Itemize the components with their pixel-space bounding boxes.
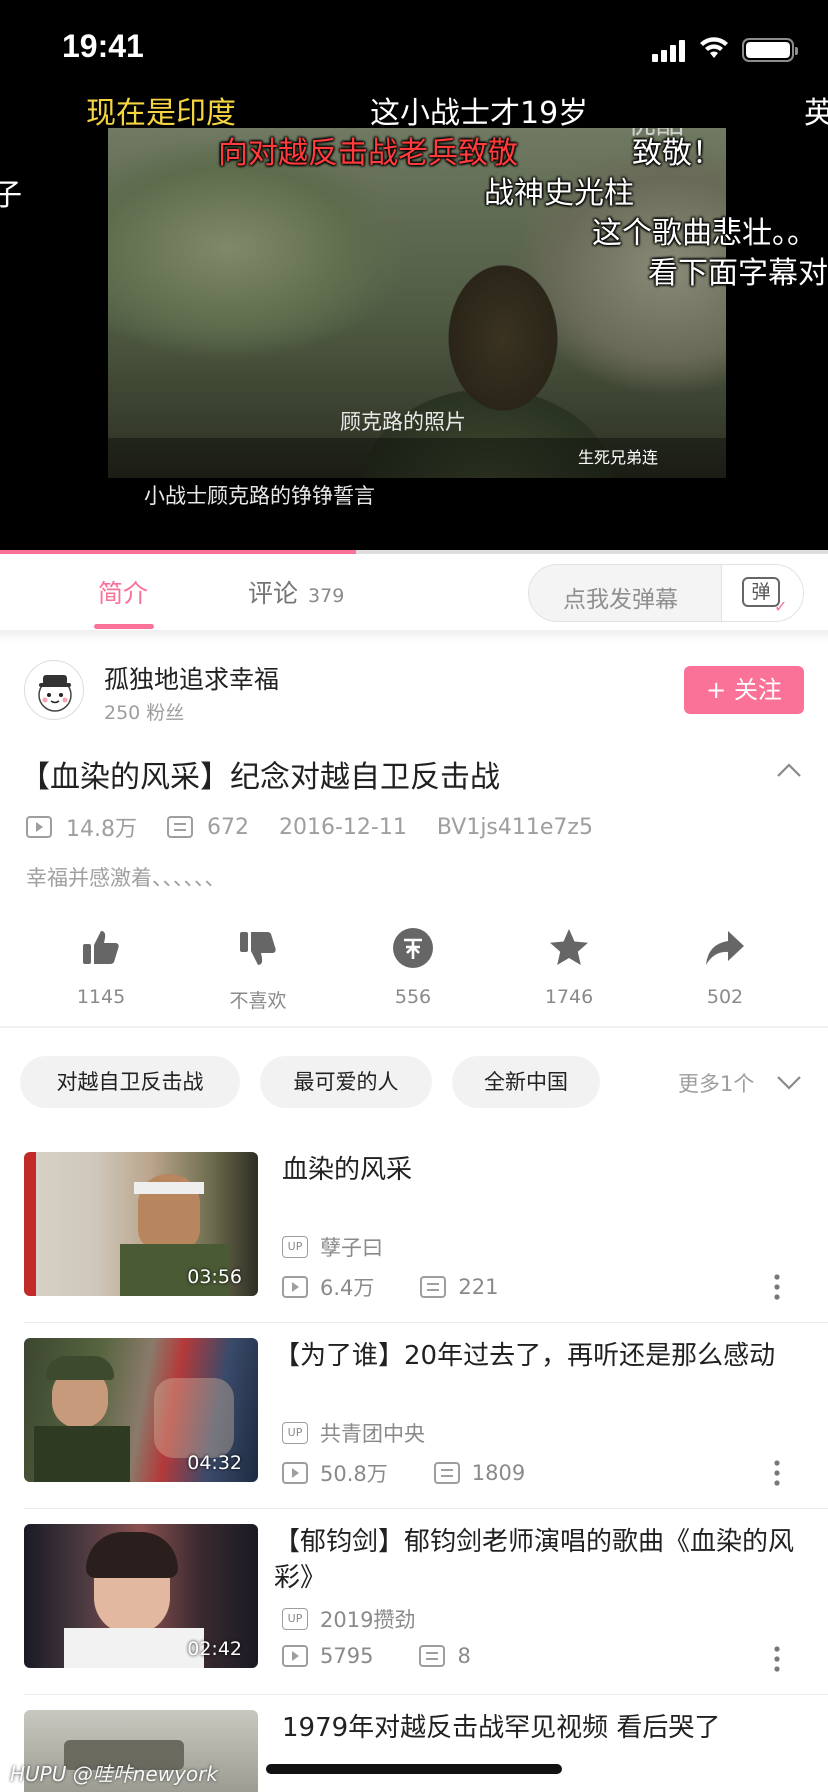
video-thumbnail[interactable]: 03:56 (24, 1152, 258, 1296)
share-button[interactable]: 502 (670, 924, 780, 1008)
tab-intro[interactable]: 简介 (98, 574, 148, 610)
related-video-title: 【郁钧剑】郁钧剑老师演唱的歌曲《血染的风彩》 (274, 1527, 795, 1593)
section-divider (0, 1026, 828, 1028)
favorite-button[interactable]: 1746 (514, 924, 624, 1008)
list-item[interactable]: 03:56 血染的风采 UP 孽子曰 6.4万 221 (0, 1152, 828, 1338)
tab-active-indicator (94, 624, 154, 629)
video-player[interactable]: 顾克路的照片 生死兄弟连 优酷 小战士顾克路的铮铮誓言 现在是印度 这小战士才1… (0, 0, 828, 552)
video-thumbnail[interactable]: 02:42 (24, 1524, 258, 1668)
danmaku-comment: 致敬！ (632, 136, 722, 171)
list-item[interactable]: 02:42 【郁钧剑】郁钧剑老师演唱的歌曲《血染的风彩》 UP 2019攒劲 57… (0, 1524, 828, 1710)
uploader-fans: 250 粉丝 (104, 702, 185, 724)
danmaku-count-icon (433, 1462, 460, 1484)
related-uploader: 孽子曰 (320, 1236, 383, 1260)
coin-icon (393, 928, 433, 968)
danmaku-count-icon (167, 816, 193, 838)
watermark: HUPU @哇咔newyork (10, 1762, 218, 1786)
bv-id: BV1js411e7z5 (436, 814, 593, 840)
list-item[interactable]: 04:32 【为了谁】20年过去了，再听还是那么感动 UP 共青团中央 50.8万… (0, 1338, 828, 1524)
related-view-count: 5795 (320, 1644, 374, 1668)
danmaku-comment: 看下面字幕对 (648, 256, 828, 291)
home-indicator[interactable] (266, 1764, 562, 1774)
video-duration: 02:42 (187, 1638, 242, 1660)
video-channel-label: 生死兄弟连 (578, 448, 659, 467)
wifi-icon (700, 37, 728, 58)
tag-chip[interactable]: 全新中国 (452, 1056, 600, 1108)
uploader-avatar[interactable] (24, 660, 84, 720)
video-thumbnail[interactable]: 04:32 (24, 1338, 258, 1482)
related-video-title: 【为了谁】20年过去了，再听还是那么感动 (274, 1341, 776, 1371)
related-view-count: 50.8万 (320, 1462, 388, 1486)
detail-tabs: 简介 评论 379 点我发弹幕 弹 ✓ (0, 554, 828, 630)
like-button[interactable]: 1145 (46, 924, 156, 1008)
tabs-divider (0, 630, 828, 642)
tab-comment[interactable]: 评论 379 (248, 574, 344, 610)
up-icon: UP (282, 1236, 308, 1258)
video-duration: 04:32 (187, 1452, 242, 1474)
video-meta: 14.8万 672 2016-12-11 BV1js411e7z5 (26, 812, 593, 842)
tag-chip[interactable]: 最可爱的人 (260, 1056, 432, 1108)
share-icon (706, 931, 744, 965)
uploader-name[interactable]: 孤独地追求幸福 (104, 660, 279, 696)
related-uploader: 2019攒劲 (320, 1608, 416, 1632)
view-count: 14.8万 (66, 817, 137, 842)
video-duration: 03:56 (187, 1266, 242, 1288)
play-count-icon (282, 1645, 308, 1667)
video-caption: 顾克路的照片 (340, 410, 466, 434)
danmaku-comment: 向对越反击战老兵致敬 (218, 136, 518, 171)
battery-icon (742, 38, 798, 62)
related-danmaku-count: 1809 (471, 1461, 526, 1485)
more-options-icon[interactable] (774, 1646, 780, 1672)
cellular-signal-icon (652, 38, 688, 62)
danmaku-comment: 这个歌曲悲壮。。 (592, 216, 817, 251)
tag-chip[interactable]: 对越自卫反击战 (20, 1056, 240, 1108)
danmaku-input[interactable]: 点我发弹幕 弹 ✓ (528, 564, 804, 622)
coin-button[interactable]: 556 (358, 924, 468, 1008)
danmaku-count: 672 (207, 814, 249, 840)
comment-count: 379 (308, 585, 345, 607)
up-icon: UP (282, 1422, 308, 1444)
dislike-label: 不喜欢 (229, 990, 287, 1012)
video-subtitle: 小战士顾克路的铮铮誓言 (144, 484, 375, 508)
follow-button[interactable]: + 关注 (684, 666, 804, 714)
play-count-icon (26, 816, 52, 838)
danmaku-count-icon (420, 1276, 447, 1298)
danmaku-toggle-button[interactable]: 弹 ✓ (721, 565, 803, 621)
chevron-up-icon[interactable] (776, 758, 802, 784)
status-time: 19:41 (62, 28, 144, 64)
danmaku-comment: 战神史光柱 (484, 176, 634, 211)
favorite-count: 1746 (544, 986, 594, 1008)
share-count: 502 (706, 986, 744, 1008)
danmaku-input-placeholder: 点我发弹幕 (563, 587, 678, 613)
coin-count: 556 (394, 986, 432, 1008)
more-tags-button[interactable]: 更多1个 (678, 1068, 754, 1098)
video-description: 幸福并感激着、、、、、、 (26, 866, 226, 890)
related-danmaku-count: 8 (457, 1644, 471, 1668)
related-view-count: 6.4万 (320, 1276, 375, 1300)
related-uploader: 共青团中央 (320, 1422, 425, 1446)
play-count-icon (282, 1276, 308, 1298)
chevron-down-icon[interactable] (776, 1072, 802, 1092)
dislike-button[interactable]: 不喜欢 (203, 924, 313, 1013)
related-video-title: 血染的风采 (282, 1155, 413, 1185)
up-icon: UP (282, 1608, 308, 1630)
danmaku-count-icon (419, 1645, 446, 1667)
video-title: 【血染的风采】纪念对越自卫反击战 (20, 760, 500, 795)
related-video-title: 1979年对越反击战罕见视频 看后哭了 (282, 1713, 721, 1743)
thumb-down-icon (240, 932, 276, 965)
more-options-icon[interactable] (774, 1274, 780, 1300)
play-count-icon (282, 1462, 308, 1484)
danmaku-comment: 子 (0, 178, 22, 213)
tab-comment-label: 评论 (248, 579, 299, 608)
like-count: 1145 (76, 986, 126, 1008)
status-bar: 19:41 (0, 0, 828, 100)
related-danmaku-count: 221 (458, 1275, 499, 1299)
star-icon (550, 929, 588, 965)
thumb-up-icon (83, 931, 119, 964)
publish-date: 2016-12-11 (279, 814, 407, 840)
more-options-icon[interactable] (774, 1460, 780, 1486)
